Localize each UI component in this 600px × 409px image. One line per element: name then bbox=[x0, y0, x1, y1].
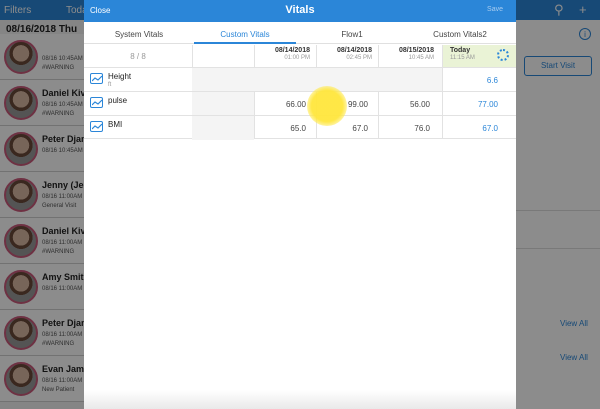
active-tab-indicator bbox=[194, 42, 296, 44]
tab-flow1[interactable]: Flow1 bbox=[306, 30, 398, 39]
vital-row-pulse[interactable]: pulse 66.00 99.00 56.00 77.00 bbox=[84, 91, 516, 116]
vital-value[interactable]: 76.0 bbox=[378, 124, 440, 133]
vital-label-cell: pulse bbox=[84, 92, 192, 116]
empty-cell bbox=[192, 92, 254, 116]
modal-header: Close Vitals Save bbox=[84, 0, 516, 22]
trend-chart-icon[interactable] bbox=[90, 73, 103, 84]
vital-row-bmi[interactable]: BMI 65.0 67.0 76.0 67.0 bbox=[84, 115, 516, 140]
vital-value[interactable]: 56.00 bbox=[378, 100, 440, 109]
empty-cell bbox=[192, 116, 254, 140]
column-header[interactable]: 08/14/2018 02:45 PM bbox=[316, 45, 378, 67]
vital-row-height[interactable]: Height ft 6.6 bbox=[84, 67, 516, 92]
tab-custom-vitals2[interactable]: Custom Vitals2 bbox=[404, 30, 516, 39]
column-date: 08/15/2018 bbox=[398, 47, 434, 54]
column-header[interactable]: 08/14/2018 01:00 PM bbox=[254, 45, 316, 67]
column-time: 02:45 PM bbox=[346, 55, 372, 61]
vital-label-cell: Height ft bbox=[84, 68, 192, 92]
empty-cell bbox=[192, 68, 254, 92]
vital-name: BMI bbox=[108, 120, 123, 129]
vital-name: Height bbox=[108, 72, 132, 81]
modal-bottom-edge bbox=[84, 390, 516, 409]
vital-name: pulse bbox=[108, 96, 128, 105]
vitals-modal: Close Vitals Save System Vitals Custom V… bbox=[84, 0, 516, 409]
today-column-header[interactable]: Today 11:15 AM bbox=[442, 45, 516, 67]
vitals-count: 8 / 8 bbox=[130, 52, 146, 61]
touch-indicator bbox=[307, 86, 347, 126]
tab-system-vitals[interactable]: System Vitals bbox=[84, 30, 194, 39]
modal-title: Vitals bbox=[285, 4, 315, 16]
vital-value-today[interactable]: 77.00 bbox=[442, 100, 516, 109]
vital-value-today[interactable]: 6.6 bbox=[442, 76, 516, 85]
save-button[interactable]: Save bbox=[487, 6, 503, 13]
trend-chart-icon[interactable] bbox=[90, 121, 103, 132]
column-time: 10:45 AM bbox=[408, 55, 434, 61]
vitals-tabs: System Vitals Custom Vitals Flow1 Custom… bbox=[84, 22, 516, 44]
vital-value[interactable]: 65.0 bbox=[254, 124, 316, 133]
vital-label-cell: BMI bbox=[84, 116, 192, 140]
vital-unit: ft bbox=[108, 82, 112, 88]
column-date: 08/14/2018 bbox=[336, 47, 372, 54]
tab-custom-vitals[interactable]: Custom Vitals bbox=[194, 30, 296, 39]
empty-cell bbox=[254, 68, 442, 92]
column-date: 08/14/2018 bbox=[274, 47, 310, 54]
column-header[interactable]: 08/15/2018 10:45 AM bbox=[378, 45, 440, 67]
trend-chart-icon[interactable] bbox=[90, 97, 103, 108]
column-time: 01:00 PM bbox=[284, 55, 310, 61]
gear-icon[interactable] bbox=[497, 49, 509, 61]
vital-value-today[interactable]: 67.0 bbox=[442, 124, 516, 133]
